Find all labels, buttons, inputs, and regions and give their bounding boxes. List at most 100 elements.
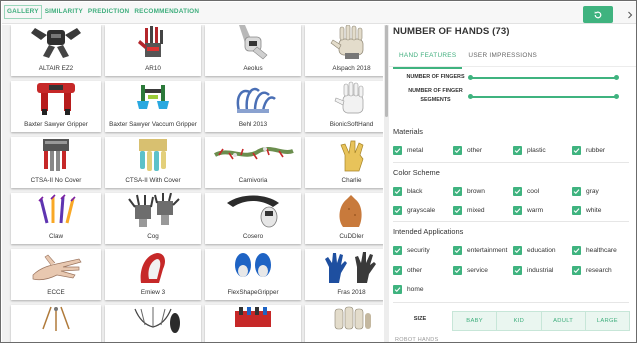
gallery-card-ecce[interactable]: ECCE xyxy=(11,249,101,300)
checkbox-plastic[interactable]: plastic xyxy=(513,145,546,155)
card-label: Emiew 3 xyxy=(140,289,166,296)
hand-thumbnail xyxy=(32,254,82,281)
checkbox-brown[interactable]: brown xyxy=(453,186,485,196)
gallery-card-fras-2018[interactable]: Fras 2018 xyxy=(305,249,383,300)
slider-min-handle[interactable] xyxy=(468,75,473,80)
tab-similarity[interactable]: SIMILARITY xyxy=(45,7,83,17)
checkbox-education[interactable]: education xyxy=(513,245,556,255)
slider-track[interactable] xyxy=(468,94,619,99)
checkbox-research[interactable]: research xyxy=(572,265,612,275)
checkbox-checked-icon xyxy=(572,205,581,215)
slider-number-of-finger-segments: NUMBER OF FINGER SEGMENTS xyxy=(393,87,625,107)
checkbox-other[interactable]: other xyxy=(453,145,482,155)
card-label: Aeolus xyxy=(243,65,263,72)
checkbox-label: rubber xyxy=(586,146,606,154)
checkbox-healthcare[interactable]: healthcare xyxy=(572,245,617,255)
section-divider xyxy=(393,302,629,303)
gallery-card-emiew-3[interactable]: Emiew 3 xyxy=(105,249,201,300)
gallery-card-aeolus[interactable]: Aeolus xyxy=(205,25,301,76)
gallery-card-cog[interactable]: Cog xyxy=(105,193,201,244)
more-button[interactable] xyxy=(624,6,636,23)
gallery-card-ctsa-ii-no-cover[interactable]: CTSA-II No Cover xyxy=(11,137,101,188)
checkbox-rubber[interactable]: rubber xyxy=(572,145,605,155)
checkbox-label: home xyxy=(407,285,424,293)
gallery-card-partial[interactable] xyxy=(105,305,201,342)
checkbox-entertainment[interactable]: entertainment xyxy=(453,245,507,255)
hand-thumbnail xyxy=(334,81,364,114)
size-large-button[interactable]: LARGE xyxy=(586,312,629,330)
gallery-card-cuddler[interactable]: CuDDler xyxy=(305,193,383,244)
gallery-card-claw[interactable]: Claw xyxy=(11,193,101,244)
size-toggle-group: BABY KID ADULT LARGE xyxy=(452,311,630,331)
gallery-card-alspach-2018[interactable]: Alspach 2018 xyxy=(305,25,383,76)
checkbox-label: gray xyxy=(586,187,599,195)
panel-title: NUMBER OF HANDS (73) xyxy=(393,26,510,37)
gallery-card-ctsa-ii-with-cover[interactable]: CTSA-II With Cover xyxy=(105,137,201,188)
hand-thumbnail xyxy=(227,195,279,228)
gallery-card-partial[interactable] xyxy=(11,305,101,342)
gallery-card-carnivoria[interactable]: Carnivoria xyxy=(205,137,301,188)
checkbox-black[interactable]: black xyxy=(393,186,422,196)
checkbox-service[interactable]: service xyxy=(453,265,488,275)
gallery-card-baxter-sawyer-gripper[interactable]: Baxter Sawyer Gripper xyxy=(11,81,101,132)
size-baby-button[interactable]: BABY xyxy=(453,312,498,330)
checkbox-label: healthcare xyxy=(586,246,617,254)
checkbox-label: grayscale xyxy=(407,206,436,214)
checkbox-grayscale[interactable]: grayscale xyxy=(393,205,435,215)
size-adult-button[interactable]: ADULT xyxy=(542,312,586,330)
checkbox-checked-icon xyxy=(513,245,522,255)
checkbox-metal[interactable]: metal xyxy=(393,145,423,155)
checkbox-gray[interactable]: gray xyxy=(572,186,599,196)
checkbox-cool[interactable]: cool xyxy=(513,186,539,196)
hand-thumbnail xyxy=(43,139,69,171)
checkbox-label: black xyxy=(407,187,423,195)
checkbox-label: entertainment xyxy=(467,246,508,254)
tab-gallery[interactable]: GALLERY xyxy=(4,5,42,19)
tab-recommendation[interactable]: RECOMMENDATION xyxy=(134,7,199,17)
checkbox-checked-icon xyxy=(513,145,522,155)
gallery-card-altair-ez2[interactable]: ALTAIR EZ2 xyxy=(11,25,101,76)
slider-max-handle[interactable] xyxy=(614,75,619,80)
checkbox-home[interactable]: home xyxy=(393,284,424,294)
checkbox-label: research xyxy=(586,266,612,274)
tab-divider xyxy=(389,66,636,67)
gallery-card-cosero[interactable]: Cosero xyxy=(205,193,301,244)
hand-thumbnail xyxy=(330,25,364,59)
gallery-card-behl-2013[interactable]: Behl 2013 xyxy=(205,81,301,132)
slider-number-of-fingers: NUMBER OF FINGERS xyxy=(393,73,625,87)
checkbox-white[interactable]: white xyxy=(572,205,601,215)
checkbox-checked-icon xyxy=(572,186,581,196)
checkbox-checked-icon xyxy=(513,186,522,196)
reset-button[interactable] xyxy=(583,6,613,23)
checkbox-other-application[interactable]: other xyxy=(393,265,422,275)
gallery-card-baxter-sawyer-vaccum-gripper[interactable]: Baxter Sawyer Vaccum Gripper xyxy=(105,81,201,132)
hand-thumbnail xyxy=(140,253,165,283)
hand-thumbnail xyxy=(139,139,167,171)
checkbox-label: metal xyxy=(407,146,424,154)
checkbox-checked-icon xyxy=(453,265,462,275)
checkbox-mixed[interactable]: mixed xyxy=(453,205,485,215)
chevron-right-icon xyxy=(628,11,633,18)
gallery-card-partial[interactable] xyxy=(305,305,383,342)
hand-thumbnail xyxy=(134,307,180,333)
slider-track[interactable] xyxy=(468,75,619,80)
slider-min-handle[interactable] xyxy=(468,94,473,99)
gallery-card-ar10[interactable]: AR10 xyxy=(105,25,201,76)
scrollbar-thumb[interactable] xyxy=(385,25,388,117)
card-label: Behl 2013 xyxy=(238,121,268,128)
card-label: ALTAIR EZ2 xyxy=(38,65,74,72)
card-label: Cog xyxy=(147,233,159,240)
gallery-card-charlie[interactable]: Charlie xyxy=(305,137,383,188)
tab-prediction[interactable]: PREDICTION xyxy=(88,7,129,17)
hand-thumbnail xyxy=(236,87,276,113)
gallery-card-partial[interactable] xyxy=(205,305,301,342)
gallery-card-flexshapegripper[interactable]: FlexShapeGripper xyxy=(205,249,301,300)
checkbox-checked-icon xyxy=(572,265,581,275)
checkbox-warm[interactable]: warm xyxy=(513,205,543,215)
checkbox-checked-icon xyxy=(513,205,522,215)
gallery-card-bionicsofthand[interactable]: BionicSoftHand xyxy=(305,81,383,132)
checkbox-security[interactable]: security xyxy=(393,245,430,255)
checkbox-industrial[interactable]: industrial xyxy=(513,265,553,275)
slider-max-handle[interactable] xyxy=(614,94,619,99)
size-kid-button[interactable]: KID xyxy=(497,312,542,330)
